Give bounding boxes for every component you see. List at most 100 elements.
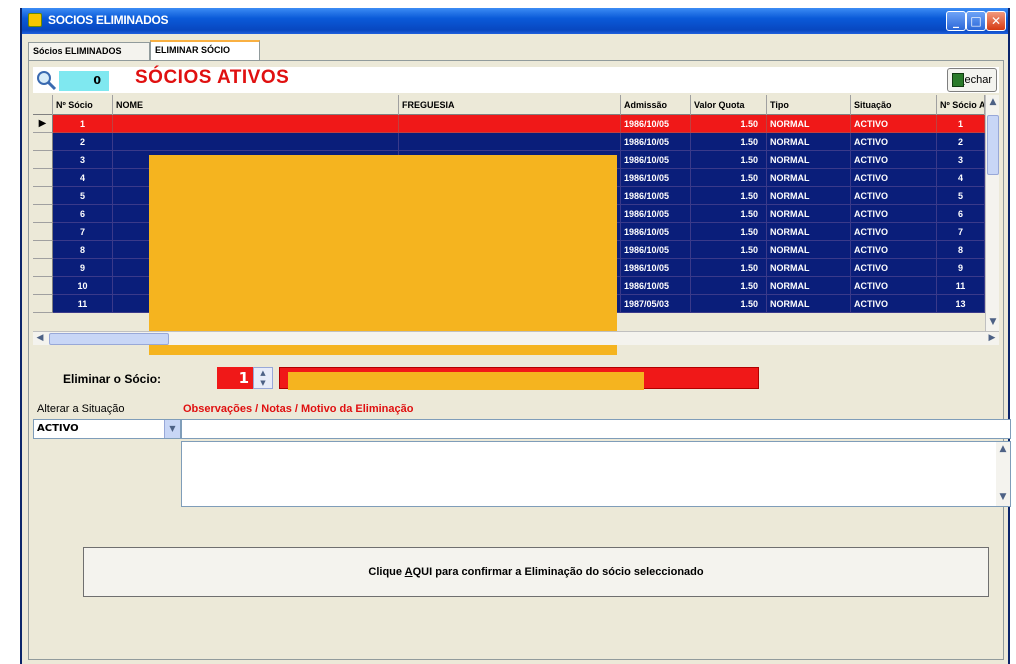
cell-freguesia[interactable] xyxy=(399,133,621,151)
cell-quota[interactable]: 1.50 xyxy=(691,259,767,277)
cell-situacao[interactable]: ACTIVO xyxy=(851,295,937,313)
col-header-situacao[interactable]: Situação xyxy=(851,95,937,115)
chevron-down-icon[interactable]: ▼ xyxy=(164,420,180,438)
cell-freguesia[interactable] xyxy=(399,115,621,133)
scroll-down-icon[interactable]: ▼ xyxy=(986,317,1000,327)
cell-num-a[interactable]: 7 xyxy=(937,223,985,241)
cell-admissao[interactable]: 1986/10/05 xyxy=(621,151,691,169)
cell-situacao[interactable]: ACTIVO xyxy=(851,151,937,169)
cell-situacao[interactable]: ACTIVO xyxy=(851,223,937,241)
tab-socios-eliminados[interactable]: Sócios ELIMINADOS xyxy=(28,42,150,60)
cell-tipo[interactable]: NORMAL xyxy=(767,259,851,277)
textarea-scrollbar[interactable]: ▲ ▼ xyxy=(996,442,1010,506)
cell-num[interactable]: 6 xyxy=(53,205,113,223)
cell-nome[interactable] xyxy=(113,115,399,133)
cell-situacao[interactable]: ACTIVO xyxy=(851,115,937,133)
situacao-select[interactable]: ACTIVO ▼ xyxy=(33,419,181,439)
cell-tipo[interactable]: NORMAL xyxy=(767,133,851,151)
cell-num-a[interactable]: 13 xyxy=(937,295,985,313)
cell-num[interactable]: 11 xyxy=(53,295,113,313)
row-selector[interactable] xyxy=(33,295,53,313)
cell-quota[interactable]: 1.50 xyxy=(691,223,767,241)
cell-situacao[interactable]: ACTIVO xyxy=(851,133,937,151)
tab-eliminar-socio[interactable]: ELIMINAR SÓCIO xyxy=(150,40,260,60)
col-header-num[interactable]: Nº Sócio xyxy=(53,95,113,115)
cell-num-a[interactable]: 6 xyxy=(937,205,985,223)
fechar-button[interactable]: Fechar xyxy=(947,68,997,92)
scroll-left-icon[interactable]: ◀ xyxy=(33,333,47,343)
cell-num-a[interactable]: 4 xyxy=(937,169,985,187)
cell-quota[interactable]: 1.50 xyxy=(691,277,767,295)
scroll-right-icon[interactable]: ▶ xyxy=(985,333,999,343)
row-selector[interactable] xyxy=(33,133,53,151)
socio-number-stepper[interactable]: 1 ▲ ▼ xyxy=(217,367,273,389)
cell-num-a[interactable]: 8 xyxy=(937,241,985,259)
cell-quota[interactable]: 1.50 xyxy=(691,115,767,133)
cell-situacao[interactable]: ACTIVO xyxy=(851,241,937,259)
stepper-arrows-icon[interactable]: ▲ ▼ xyxy=(253,367,273,389)
row-selector[interactable] xyxy=(33,223,53,241)
search-icon[interactable] xyxy=(35,69,57,91)
grid-vertical-scrollbar[interactable]: ▲ ▼ xyxy=(985,95,999,331)
col-header-admissao[interactable]: Admissão xyxy=(621,95,691,115)
cell-num[interactable]: 9 xyxy=(53,259,113,277)
cell-tipo[interactable]: NORMAL xyxy=(767,151,851,169)
row-selector[interactable] xyxy=(33,169,53,187)
scroll-up-icon[interactable]: ▲ xyxy=(986,97,1000,107)
observacoes-field[interactable] xyxy=(181,419,1011,439)
cell-situacao[interactable]: ACTIVO xyxy=(851,205,937,223)
row-selector[interactable] xyxy=(33,205,53,223)
cell-num[interactable]: 4 xyxy=(53,169,113,187)
row-selector[interactable] xyxy=(33,259,53,277)
cell-tipo[interactable]: NORMAL xyxy=(767,169,851,187)
textarea-scroll-down-icon[interactable]: ▼ xyxy=(996,492,1010,502)
cell-num-a[interactable]: 2 xyxy=(937,133,985,151)
cell-admissao[interactable]: 1986/10/05 xyxy=(621,115,691,133)
col-header-nome[interactable]: NOME xyxy=(113,95,399,115)
cell-tipo[interactable]: NORMAL xyxy=(767,223,851,241)
close-button[interactable]: ✕ xyxy=(986,11,1006,31)
socios-grid[interactable]: Nº Sócio NOME FREGUESIA Admissão Valor Q… xyxy=(33,95,999,355)
cell-situacao[interactable]: ACTIVO xyxy=(851,187,937,205)
cell-tipo[interactable]: NORMAL xyxy=(767,205,851,223)
cell-admissao[interactable]: 1986/10/05 xyxy=(621,223,691,241)
cell-num-a[interactable]: 3 xyxy=(937,151,985,169)
cell-admissao[interactable]: 1987/05/03 xyxy=(621,295,691,313)
cell-quota[interactable]: 1.50 xyxy=(691,241,767,259)
hscroll-thumb[interactable] xyxy=(49,333,169,345)
maximize-button[interactable]: □ xyxy=(966,11,986,31)
cell-tipo[interactable]: NORMAL xyxy=(767,277,851,295)
scroll-thumb[interactable] xyxy=(987,115,999,175)
cell-quota[interactable]: 1.50 xyxy=(691,133,767,151)
cell-tipo[interactable]: NORMAL xyxy=(767,295,851,313)
cell-admissao[interactable]: 1986/10/05 xyxy=(621,169,691,187)
cell-quota[interactable]: 1.50 xyxy=(691,205,767,223)
row-selector[interactable] xyxy=(33,151,53,169)
row-selector[interactable] xyxy=(33,241,53,259)
cell-tipo[interactable]: NORMAL xyxy=(767,115,851,133)
cell-num-a[interactable]: 9 xyxy=(937,259,985,277)
cell-num-a[interactable]: 1 xyxy=(937,115,985,133)
cell-tipo[interactable]: NORMAL xyxy=(767,187,851,205)
cell-quota[interactable]: 1.50 xyxy=(691,169,767,187)
minimize-button[interactable]: _ xyxy=(946,11,966,31)
cell-num[interactable]: 2 xyxy=(53,133,113,151)
cell-quota[interactable]: 1.50 xyxy=(691,295,767,313)
col-header-num-a[interactable]: Nº Sócio A xyxy=(937,95,985,115)
cell-situacao[interactable]: ACTIVO xyxy=(851,259,937,277)
col-header-freguesia[interactable]: FREGUESIA xyxy=(399,95,621,115)
cell-num[interactable]: 3 xyxy=(53,151,113,169)
row-selector[interactable] xyxy=(33,187,53,205)
observacoes-textarea[interactable]: ▲ ▼ xyxy=(181,441,1011,507)
cell-tipo[interactable]: NORMAL xyxy=(767,241,851,259)
col-header-tipo[interactable]: Tipo xyxy=(767,95,851,115)
cell-num[interactable]: 7 xyxy=(53,223,113,241)
cell-admissao[interactable]: 1986/10/05 xyxy=(621,241,691,259)
cell-admissao[interactable]: 1986/10/05 xyxy=(621,259,691,277)
cell-num[interactable]: 8 xyxy=(53,241,113,259)
cell-situacao[interactable]: ACTIVO xyxy=(851,277,937,295)
col-header-quota[interactable]: Valor Quota xyxy=(691,95,767,115)
cell-quota[interactable]: 1.50 xyxy=(691,187,767,205)
cell-nome[interactable] xyxy=(113,133,399,151)
cell-num[interactable]: 1 xyxy=(53,115,113,133)
